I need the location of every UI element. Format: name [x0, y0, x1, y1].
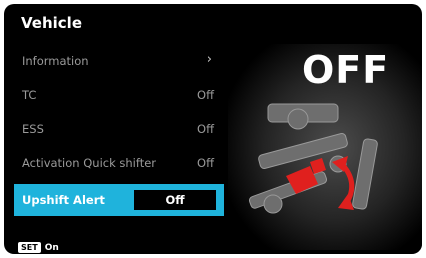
menu-item-label: Information [22, 54, 89, 68]
set-action-label: On [44, 242, 59, 253]
menu-item-value: Off [197, 88, 214, 102]
menu-item-quick-shifter[interactable]: Activation Quick shifter Off [14, 146, 224, 180]
menu-item-label: Upshift Alert [22, 193, 105, 207]
dashboard-screen: Vehicle Information › TC Off ESS Off Act… [4, 4, 422, 254]
upshift-alert-value[interactable]: Off [134, 190, 216, 210]
status-display: OFF [302, 48, 390, 92]
menu-item-information[interactable]: Information › [14, 44, 224, 78]
menu-item-label: ESS [22, 122, 44, 136]
menu-item-label: Activation Quick shifter [22, 156, 157, 170]
menu-item-upshift-alert[interactable]: Upshift Alert Off [14, 184, 224, 216]
menu-item-value: Off [197, 122, 214, 136]
settings-menu: Information › TC Off ESS Off Activation … [14, 44, 224, 216]
menu-item-tc[interactable]: TC Off [14, 78, 224, 112]
chevron-right-icon: › [206, 52, 212, 67]
menu-item-value: Off [197, 156, 214, 170]
footer-hint: SET On [18, 242, 59, 253]
set-button-icon[interactable]: SET [18, 242, 41, 253]
menu-item-label: TC [22, 88, 37, 102]
screen-title: Vehicle [21, 14, 82, 32]
menu-item-ess[interactable]: ESS Off [14, 112, 224, 146]
